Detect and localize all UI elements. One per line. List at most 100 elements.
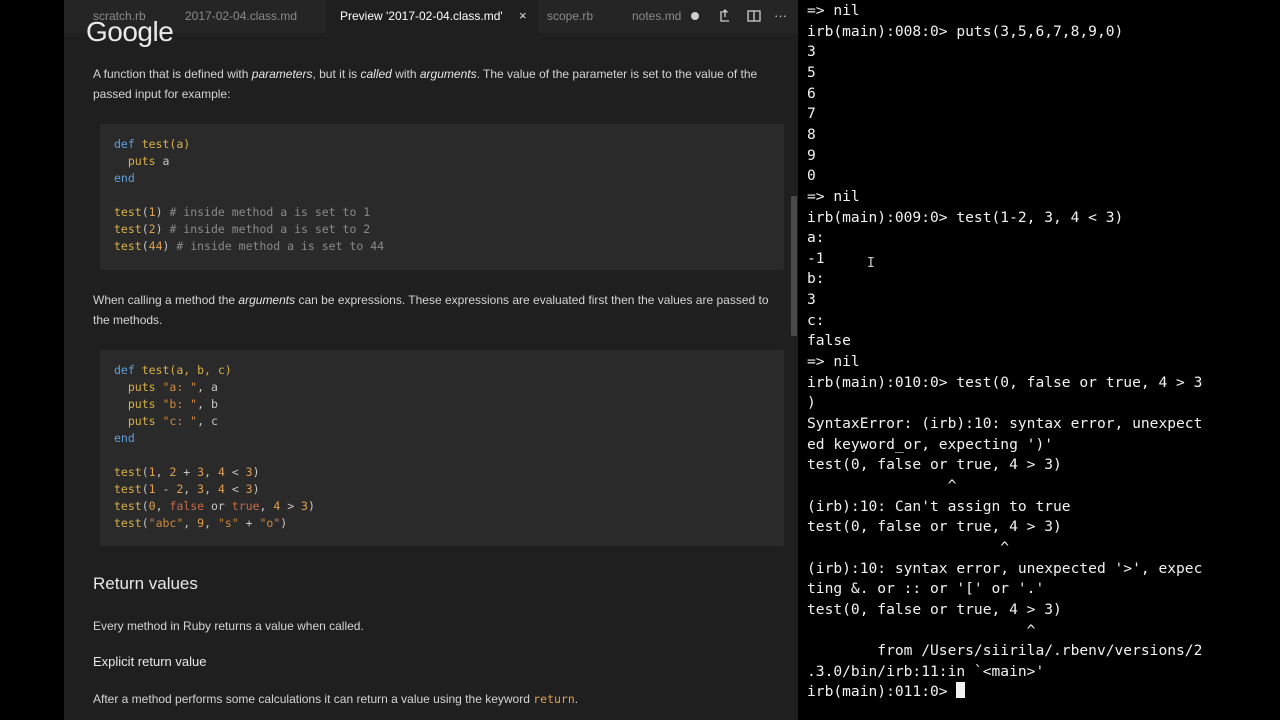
terminal-line: from /Users/siirila/.rbenv/versions/2: [807, 642, 1203, 660]
code-token: (a, b, c): [169, 363, 232, 377]
terminal-line: 5: [807, 63, 816, 81]
terminal-line: ): [807, 394, 816, 412]
code-token: "abc": [148, 516, 184, 530]
more-actions-icon[interactable]: ···: [774, 0, 787, 33]
terminal-line: c:: [807, 311, 834, 329]
code-line: test(1 - 2, 3, 4 < 3): [114, 481, 260, 498]
terminal-line: 0: [807, 167, 816, 185]
terminal-line: test(0, false or true, 4 > 3): [807, 456, 1062, 474]
terminal-line: ^: [807, 476, 957, 494]
code-token: "o": [259, 516, 281, 530]
code-comment: # inside method a is set to 44: [169, 239, 385, 253]
code-line: end: [114, 430, 135, 447]
tab-scope-rb[interactable]: scope.rb: [547, 0, 593, 33]
code-token: (: [141, 482, 149, 496]
code-block-test-a: def test(a) puts a end test(1) # inside …: [100, 124, 784, 270]
terminal-line: test(0, false or true, 4 > 3): [807, 518, 1062, 536]
terminal-line: => nil: [807, 353, 860, 371]
code-token: <: [224, 465, 246, 479]
code-token: test: [114, 499, 142, 513]
code-line: puts "b: ", b: [114, 396, 218, 413]
google-logo-overlay: Google: [86, 16, 174, 47]
code-token: or: [204, 499, 232, 513]
irb-terminal[interactable]: => nil irb(main):008:0> puts(3,5,6,7,8,9,…: [798, 0, 1280, 720]
code-line: test(44) # inside method a is set to 44: [114, 238, 384, 255]
p1-text-2: , but it is: [312, 67, 361, 81]
code-token: test: [114, 465, 142, 479]
code-token: +: [176, 465, 198, 479]
terminal-line: irb(main):010:0> test(0, false or true, …: [807, 373, 1203, 391]
code-token: ,: [155, 499, 170, 513]
terminal-line: => nil: [807, 2, 860, 19]
text-cursor-icon: I: [867, 256, 875, 271]
code-token: (: [141, 499, 149, 513]
code-line: puts a: [114, 153, 170, 170]
open-changes-icon[interactable]: [716, 7, 734, 25]
scrollbar-thumb[interactable]: [791, 196, 797, 336]
code-token: ,: [204, 482, 218, 496]
code-token: a: [155, 154, 170, 168]
code-line: test(1) # inside method a is set to 1: [114, 204, 370, 221]
code-token: "a: ": [155, 380, 198, 394]
left-black-margin: [0, 0, 64, 720]
code-token: ,: [259, 499, 274, 513]
code-token: 4: [217, 482, 225, 496]
tab-notes-md[interactable]: notes.md: [632, 0, 681, 33]
tab-preview-class-md[interactable]: Preview '2017-02-04.class.md' ×: [326, 0, 538, 33]
code-token: "c: ": [155, 414, 198, 428]
code-line: test(2) # inside method a is set to 2: [114, 221, 370, 238]
code-comment: # inside method a is set to 1: [162, 205, 371, 219]
paragraph-parameters: A function that is defined with paramete…: [93, 64, 783, 104]
code-token: puts: [127, 397, 156, 411]
code-token: (: [141, 239, 149, 253]
terminal-line: -1: [807, 249, 825, 267]
tab-class-md[interactable]: 2017-02-04.class.md: [185, 0, 297, 33]
code-line: puts "a: ", a: [114, 379, 218, 396]
code-token: end: [114, 431, 135, 445]
code-token: ): [155, 205, 163, 219]
code-token: 3: [301, 499, 308, 513]
code-token: (: [141, 465, 149, 479]
tab-preview-label: Preview '2017-02-04.class.md': [340, 9, 503, 23]
p1-text-3: with: [391, 67, 420, 81]
terminal-line: 8: [807, 125, 816, 143]
p2-text-1: When calling a method the: [93, 293, 239, 307]
terminal-line: false: [807, 332, 851, 350]
inline-code-return: return: [533, 692, 575, 706]
code-token: test: [114, 516, 142, 530]
paragraph-every-method: Every method in Ruby returns a value whe…: [93, 619, 364, 633]
terminal-line: a:: [807, 229, 834, 247]
terminal-line: 7: [807, 105, 816, 123]
p1-emph-arguments: arguments: [419, 67, 477, 81]
code-token: end: [114, 171, 135, 185]
code-token: false: [169, 499, 205, 513]
code-token: ): [307, 499, 315, 513]
terminal-line: (irb):10: Can't assign to true: [807, 497, 1071, 515]
terminal-line: 3: [807, 291, 816, 309]
code-token: true: [231, 499, 260, 513]
code-token: >: [280, 499, 302, 513]
p2-emph-arguments: arguments: [238, 293, 296, 307]
close-icon[interactable]: ×: [519, 0, 527, 32]
unsaved-dot-icon[interactable]: [691, 12, 699, 20]
split-editor-icon[interactable]: [745, 7, 763, 25]
terminal-line: => nil: [807, 187, 860, 205]
p1-emph-called: called: [360, 67, 392, 81]
code-line: def test(a, b, c): [114, 362, 232, 379]
code-token: , c: [197, 414, 218, 428]
terminal-line: ting &. or :: or '[' or '.': [807, 580, 1045, 598]
paragraph-arguments-expressions: When calling a method the arguments can …: [93, 290, 783, 330]
terminal-line: .3.0/bin/irb:11:in `<main>': [807, 662, 1045, 680]
code-token: puts: [127, 380, 156, 394]
code-token: test: [134, 363, 170, 377]
code-token: puts: [127, 414, 156, 428]
code-token: (: [141, 205, 149, 219]
terminal-cursor: [956, 682, 966, 699]
terminal-line: irb(main):009:0> test(1-2, 3, 4 < 3): [807, 208, 1124, 226]
code-token: test: [114, 482, 142, 496]
terminal-line: b:: [807, 270, 834, 288]
code-token: test: [134, 137, 170, 151]
code-token: 4: [217, 465, 225, 479]
